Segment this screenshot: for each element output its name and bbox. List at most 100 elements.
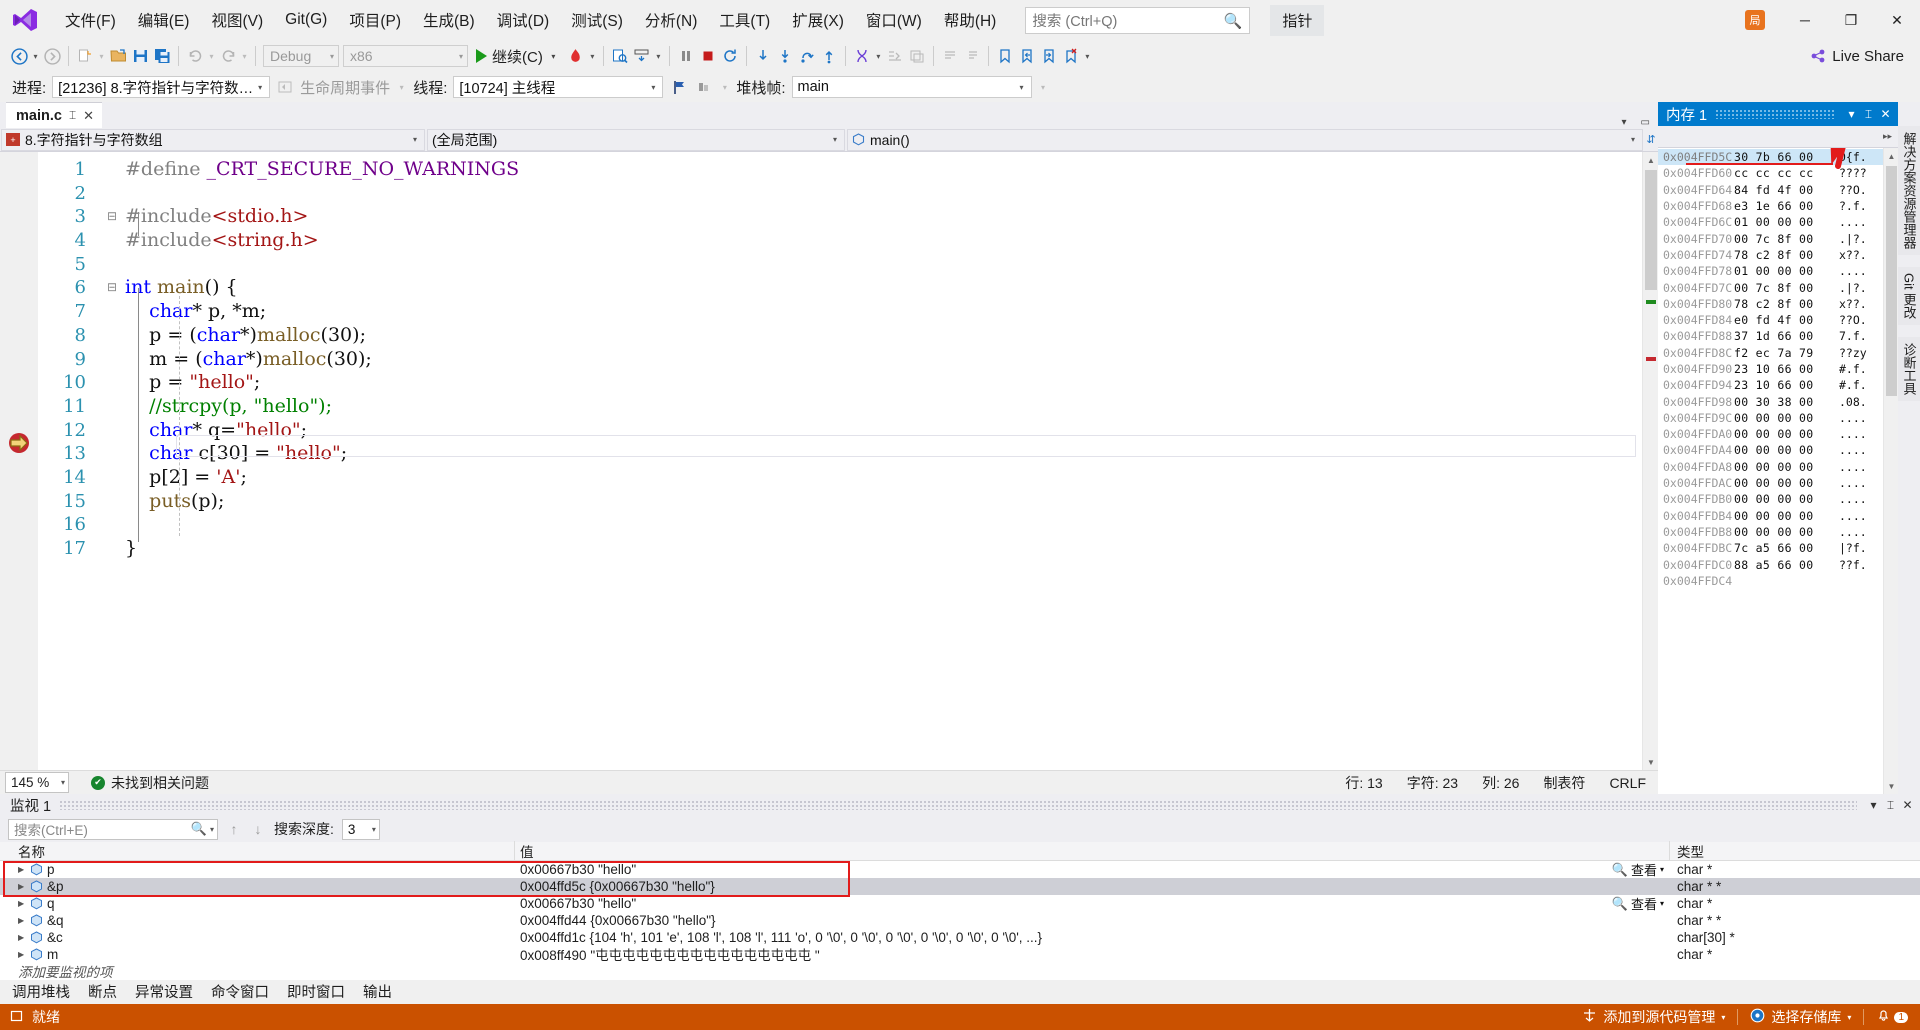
restart-icon[interactable]	[719, 44, 741, 68]
navigate-back-dropdown[interactable]: ▾	[30, 52, 41, 61]
watch-search-input[interactable]: 搜索(Ctrl+E) 🔍 ▾	[8, 818, 218, 840]
live-share-button[interactable]: Live Share	[1810, 48, 1920, 65]
process-combo[interactable]: [21236] 8.字符指针与字符数组.ex ▾	[52, 76, 271, 98]
threads-dropdown[interactable]: ▾	[873, 52, 884, 61]
tab-list-dropdown-icon[interactable]: ▾	[1622, 117, 1627, 128]
memory-content[interactable]: 0x004FFD5C 30 7b 66 00 0{f. 0x004FFD60 cc…	[1658, 148, 1898, 794]
add-watch-item-row[interactable]: 添加要监视的项	[0, 963, 1920, 980]
code-lines[interactable]: 1 #define _CRT_SECURE_NO_WARNINGS 2 3 ⊟	[38, 152, 1642, 770]
code-line-4[interactable]: 4 #include<string.h>	[38, 229, 1642, 253]
code-line-5[interactable]: 5	[38, 253, 1642, 277]
redo-icon[interactable]	[217, 44, 239, 68]
memory-row[interactable]: 0x004FFD8C f2 ec 7a 79 ??zy	[1658, 345, 1883, 361]
solution-explorer-tab[interactable]: 解决方案资源管理器	[1897, 126, 1920, 255]
tab-split-icon[interactable]: ▭	[1641, 117, 1650, 128]
hot-reload-dropdown[interactable]: ▾	[587, 52, 598, 61]
solution-config-combo[interactable]: Debug ▾	[263, 45, 339, 67]
memory-row[interactable]: 0x004FFDAC 00 00 00 00....	[1658, 475, 1883, 491]
stackframe-combo[interactable]: main ▾	[791, 76, 1032, 98]
chevron-down-icon[interactable]: ▾	[1660, 865, 1664, 874]
outdent-icon[interactable]	[906, 44, 928, 68]
code-line-10[interactable]: 10 p = "hello";	[38, 371, 1642, 395]
chevron-down-icon[interactable]: ▾	[548, 52, 559, 61]
chevron-down-icon[interactable]: ▾	[1660, 899, 1664, 908]
code-line-11[interactable]: 11 //strcpy(p, "hello");	[38, 395, 1642, 419]
project-scope-combo[interactable]: + 8.字符指针与字符数组 ▾	[1, 128, 425, 151]
chevron-down-icon[interactable]: ▾	[1843, 107, 1860, 121]
memory-row[interactable]: 0x004FFDA0 00 00 00 00....	[1658, 426, 1883, 442]
memory-row[interactable]: 0x004FFDB0 00 00 00 00....	[1658, 491, 1883, 507]
memory-row[interactable]: 0x004FFD9C 00 00 00 00....	[1658, 410, 1883, 426]
memory-row[interactable]: 0x004FFD88 37 1d 66 00 7.f.	[1658, 328, 1883, 344]
stop-icon[interactable]	[697, 44, 719, 68]
scroll-down-icon[interactable]: ▼	[1643, 754, 1658, 770]
memory-panel-header[interactable]: 内存 1 ▾ ⌶ ✕	[1658, 102, 1898, 126]
code-line-2[interactable]: 2	[38, 182, 1642, 206]
memory-row[interactable]: 0x004FFD6C 01 00 00 00....	[1658, 214, 1883, 230]
memory-row[interactable]: 0x004FFD98 00 30 38 00 .08.	[1658, 393, 1883, 409]
tab-call-stack[interactable]: 调用堆栈	[10, 979, 72, 1006]
flag-icon[interactable]	[669, 80, 689, 95]
notifications-button[interactable]: 1	[1864, 1004, 1920, 1030]
code-line-9[interactable]: 9 m = (char*)malloc(30);	[38, 348, 1642, 372]
column-header-value[interactable]: 值	[515, 841, 1670, 861]
menu-item-help[interactable]: 帮助(H)	[933, 3, 1008, 37]
expand-triangle-icon[interactable]: ▶	[18, 899, 26, 908]
memory-row[interactable]: 0x004FFDC0 88 a5 66 00 ??f.	[1658, 556, 1883, 572]
drag-handle[interactable]	[59, 800, 1857, 810]
memory-row[interactable]: 0x004FFD80 78 c2 8f 00 x??.	[1658, 296, 1883, 312]
menu-item-debug[interactable]: 调试(D)	[486, 3, 561, 37]
lifecycle-dropdown[interactable]: ▾	[396, 83, 407, 92]
bookmark-prev-icon[interactable]	[1016, 44, 1038, 68]
close-icon[interactable]: ✕	[1899, 798, 1916, 812]
navigate-back-icon[interactable]	[8, 44, 30, 68]
menu-item-edit[interactable]: 编辑(E)	[127, 3, 201, 37]
arrow-up-icon[interactable]: ↑	[226, 821, 242, 837]
stack-frame-dropdown[interactable]: ▾	[653, 52, 664, 61]
close-button[interactable]: ✕	[1874, 0, 1920, 40]
zoom-level-combo[interactable]: 145 % ▾	[5, 772, 69, 793]
value-visualizer-button[interactable]: 🔍 查看 ▾	[1612, 860, 1670, 879]
memory-row[interactable]: 0x004FFD60 cc cc cc cc????	[1658, 165, 1883, 181]
watch-grid[interactable]: 名称 值 类型 ▶ p 0x00667b30 "hello" 🔍 查看 ▾ ch…	[0, 841, 1920, 980]
memory-toolbar[interactable]: ▸▸	[1658, 126, 1898, 148]
stack-frame-icon[interactable]	[631, 44, 653, 68]
memory-row[interactable]: 0x004FFD74 78 c2 8f 00 x??.	[1658, 247, 1883, 263]
bookmark-dropdown[interactable]: ▾	[1082, 52, 1093, 61]
step-out-icon[interactable]	[818, 44, 840, 68]
code-line-15[interactable]: 15 puts(p);	[38, 490, 1642, 514]
open-file-icon[interactable]	[107, 44, 129, 68]
expand-triangle-icon[interactable]: ▶	[18, 950, 26, 959]
code-line-6[interactable]: 6 ⊟ int main() {	[38, 276, 1642, 300]
source-control-button[interactable]: 添加到源代码管理 ▾	[1570, 1004, 1737, 1030]
memory-toolbar-overflow-icon[interactable]: ▸▸	[1883, 131, 1892, 142]
arrow-down-icon[interactable]: ↓	[250, 821, 266, 837]
tab-breakpoints[interactable]: 断点	[86, 979, 119, 1006]
minimize-button[interactable]: ─	[1782, 0, 1828, 40]
pin-icon[interactable]: ⌶	[69, 108, 76, 123]
code-line-16[interactable]: 16	[38, 513, 1642, 537]
document-tab-main-c[interactable]: main.c ⌶ ✕	[6, 102, 103, 128]
table-row[interactable]: ▶ p 0x00667b30 "hello" 🔍 查看 ▾ char *	[0, 860, 1920, 879]
memory-row[interactable]: 0x004FFD7C 00 7c 8f 00 .|?.	[1658, 279, 1883, 295]
menu-item-project[interactable]: 项目(P)	[338, 3, 412, 37]
table-row[interactable]: ▶ m 0x008ff490 "屯屯屯屯屯屯屯屯屯屯屯屯屯屯屯屯 " char …	[0, 945, 1920, 964]
memory-row[interactable]: 0x004FFD64 84 fd 4f 00 ??O.	[1658, 182, 1883, 198]
table-row[interactable]: ▶ q 0x00667b30 "hello" 🔍 查看 ▾ char *	[0, 895, 1920, 913]
step-over-icon[interactable]	[774, 44, 796, 68]
undo-dropdown[interactable]: ▾	[206, 52, 217, 61]
attach-process-icon[interactable]	[609, 44, 631, 68]
memory-row[interactable]: 0x004FFDB4 00 00 00 00....	[1658, 508, 1883, 524]
menu-item-file[interactable]: 文件(F)	[54, 3, 127, 37]
watch-panel-header[interactable]: 监视 1 ▾ ⌶ ✕	[0, 794, 1920, 816]
menu-item-window[interactable]: 窗口(W)	[855, 3, 933, 37]
memory-row[interactable]: 0x004FFDBC 7c a5 66 00 |?f.	[1658, 540, 1883, 556]
table-row[interactable]: ▶ &q 0x004ffd44 {0x00667b30 "hello"} cha…	[0, 912, 1920, 929]
column-header-name[interactable]: 名称	[0, 841, 515, 861]
drag-handle[interactable]	[1715, 109, 1835, 119]
comment-icon[interactable]	[939, 44, 961, 68]
table-row[interactable]: ▶ &p 0x004ffd5c {0x00667b30 "hello"} cha…	[0, 878, 1920, 895]
fold-toggle-icon[interactable]: ⊟	[101, 276, 123, 300]
memory-row[interactable]: 0x004FFDA8 00 00 00 00....	[1658, 459, 1883, 475]
threads-icon[interactable]	[851, 44, 873, 68]
